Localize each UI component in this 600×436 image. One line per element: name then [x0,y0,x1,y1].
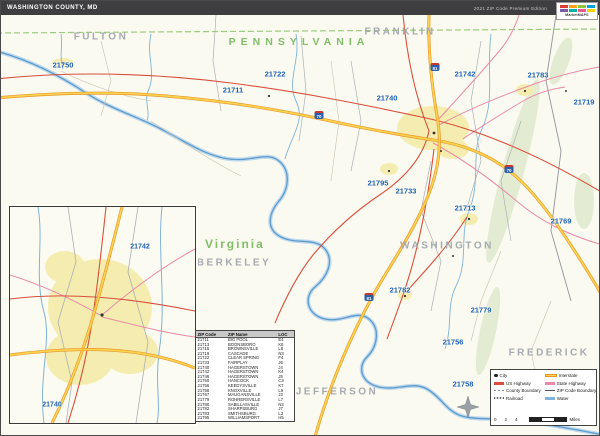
inset-map: 21742 21740 [9,206,196,424]
legend-label: Water [557,396,569,401]
zip-table-body: 21711BIG POOLE421713BOONSBOROK621715BROW… [196,338,294,421]
region-label-fulton: FULTON [74,32,129,43]
legend-items: City Interstate US Highway State Highway Cou… [494,373,593,401]
zip-code-label: 21733 [396,187,417,196]
table-row: 21795WILLIAMSPORTH5 [196,416,294,421]
railroad-swatch [494,397,504,399]
region-label-franklin: FRANKLIN [364,27,435,38]
zip-code-label: 21713 [455,204,476,213]
table-cell-loc: H5 [277,416,294,421]
zip-code-label: 21769 [551,217,572,226]
table-cell-zip: 21795 [196,416,227,421]
legend-label: Railroad [506,396,523,401]
zip-code-table: ZIP CodeZIP NameLOC 21711BIG POOLE421713… [195,330,295,422]
zip-boundary-swatch [545,390,555,392]
zip-code-label: 21750 [53,61,74,70]
zip-code-label: 21722 [265,70,286,79]
state-highway-swatch [545,382,555,385]
legend-label: ZIP Code Boundary [557,388,596,393]
legend-item: State Highway [545,381,596,386]
legend-label: City [500,373,508,378]
zip-code-label: 21719 [574,98,595,107]
interstate-shield: 81 [365,293,374,301]
legend-item: ZIP Code Boundary [545,388,596,393]
zip-code-label: 21795 [368,179,389,188]
interstate-swatch [545,374,557,378]
inset-zip-code-label: 21740 [42,402,61,409]
scale-bar: 0 2 4 Miles [494,417,593,422]
region-label-washington: WASHINGTON [400,241,494,252]
water-swatch [545,397,555,400]
legend-item: Railroad [494,396,541,401]
zip-code-label: 21779 [471,306,492,315]
inset-label-layer: 21742 21740 [10,207,195,423]
zip-code-label: 21783 [528,71,549,80]
zip-code-label: 21711 [223,86,243,95]
edition-label: 2021 ZIP Code Premium Edition [474,6,547,11]
legend-label: County Boundary [506,388,541,393]
logo-text: MarketMAPS [565,13,588,17]
map-legend: City Interstate US Highway State Highway Cou… [490,369,597,426]
scale-ticks: 0 2 4 [494,417,526,422]
legend-item: US Highway [494,381,541,386]
table-cell-name: WILLIAMSPORT [227,416,277,421]
scale-tick: 0 [494,417,497,422]
region-label-frederick: FREDERICK [509,348,590,359]
interstate-shield: 70 [505,165,514,173]
zip-code-label: 21782 [390,286,411,295]
legend-item: City [494,373,541,378]
legend-label: Interstate [559,373,578,378]
zip-code-label: 21756 [443,338,464,347]
scale-bar-segments [529,417,567,422]
logo-grid-icon [560,5,595,12]
map-title: WASHINGTON COUNTY, MD [7,5,98,11]
title-bar: WASHINGTON COUNTY, MD 2021 ZIP Code Prem… [1,1,600,15]
legend-item: Water [545,396,596,401]
interstate-shield: 70 [315,111,324,119]
zip-code-label: 21758 [453,380,474,389]
zip-code-label: 21742 [455,70,476,79]
region-label-berkeley: BERKELEY [197,258,271,269]
legend-label: US Highway [506,381,531,386]
zip-code-label: 21740 [377,94,398,103]
scale-unit: Miles [570,417,581,422]
legend-label: State Highway [557,381,586,386]
legend-item: County Boundary [494,388,541,393]
map-sheet: FULTONPENNSYLVANIAFRANKLINWest VirginiaB… [0,0,600,436]
county-boundary-swatch [494,390,504,392]
inset-zip-code-label: 21742 [130,244,149,251]
us-highway-swatch [494,382,504,385]
marketmaps-logo: MarketMAPS [556,2,598,20]
legend-item: Interstate [545,373,596,378]
scale-tick: 2 [505,417,508,422]
interstate-shield: 81 [431,63,440,71]
city-swatch [494,374,498,378]
region-label-pennsylvania: PENNSYLVANIA [229,36,370,48]
region-label-jefferson: JEFFERSON [296,387,379,398]
scale-tick: 4 [515,417,518,422]
